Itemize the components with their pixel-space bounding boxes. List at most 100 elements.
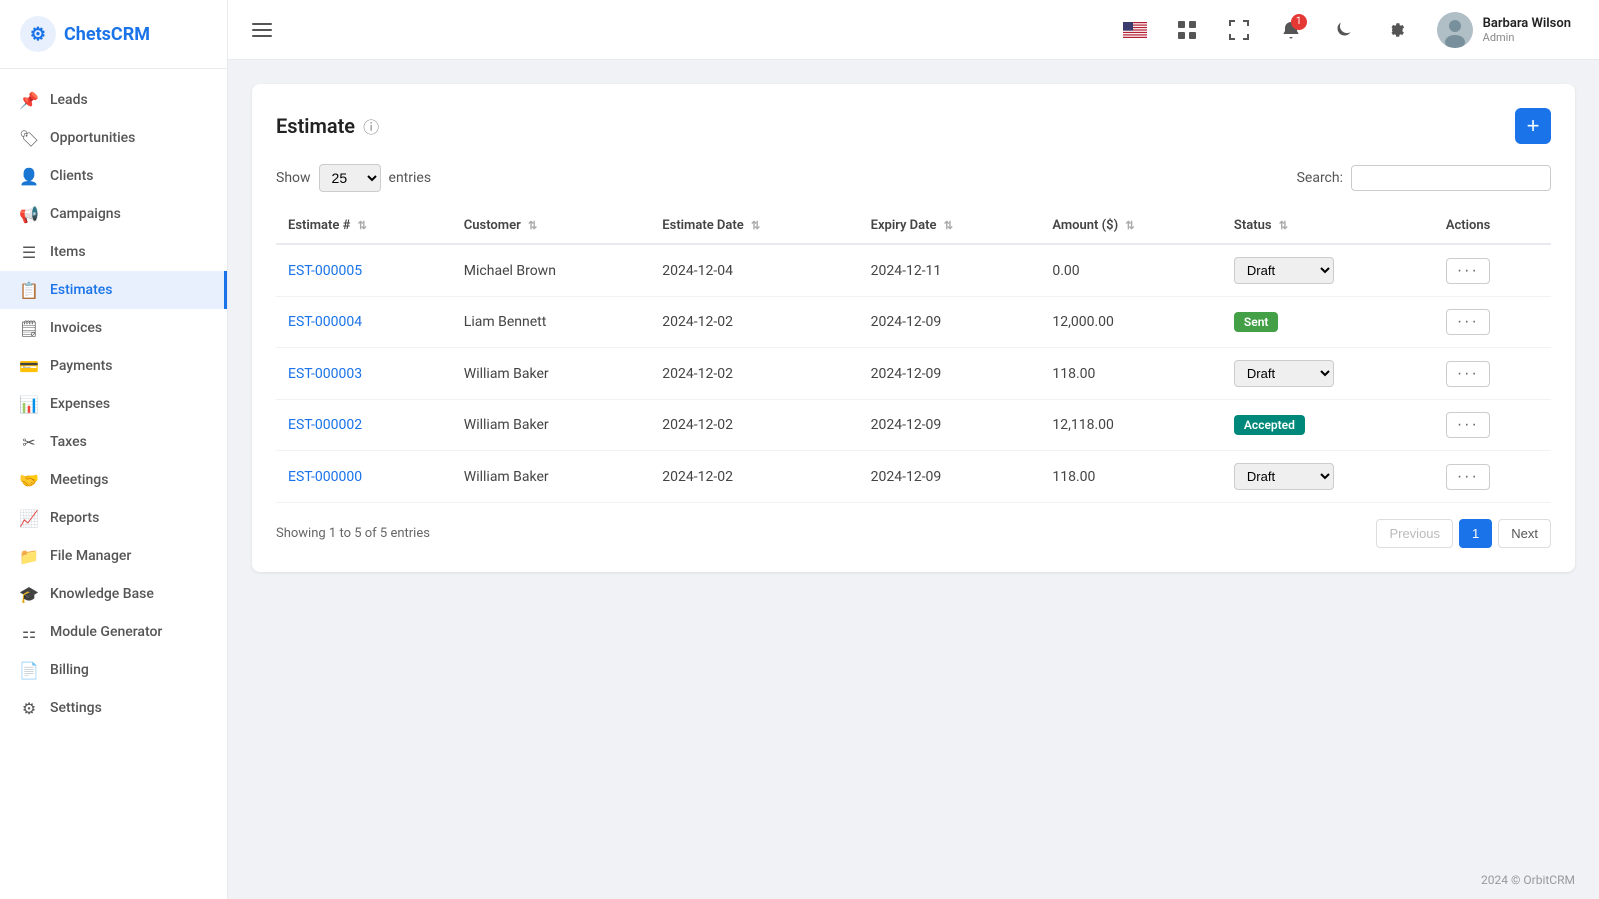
table-header: Estimate # ⇅Customer ⇅Estimate Date ⇅Exp… [276,208,1551,244]
sidebar-label-opportunities: Opportunities [50,130,135,146]
sidebar-item-settings[interactable]: ⚙ Settings [0,689,227,727]
fullscreen-button[interactable] [1221,12,1257,48]
col-header-amount[interactable]: Amount ($) ⇅ [1040,208,1222,244]
settings-button[interactable] [1377,12,1413,48]
language-selector[interactable] [1117,12,1153,48]
user-info: Barbara Wilson Admin [1483,16,1571,44]
notifications-button[interactable]: 1 [1273,12,1309,48]
col-header-expiry_date[interactable]: Expiry Date ⇅ [859,208,1041,244]
search-input[interactable] [1351,165,1551,191]
reports-icon: 📈 [20,509,38,527]
flag-us-icon [1123,22,1147,38]
col-header-estimate_num[interactable]: Estimate # ⇅ [276,208,452,244]
sidebar-item-campaigns[interactable]: 📢 Campaigns [0,195,227,233]
estimate-num-1: EST-000004 [276,297,452,348]
sidebar-item-items[interactable]: ☰ Items [0,233,227,271]
table-row: EST-000005Michael Brown2024-12-042024-12… [276,244,1551,297]
sidebar-item-opportunities[interactable]: 🏷 Opportunities [0,119,227,157]
estimate-date-1: 2024-12-02 [650,297,858,348]
sidebar-item-clients[interactable]: 👤 Clients [0,157,227,195]
col-header-actions[interactable]: Actions [1434,208,1551,244]
expiry-date-4: 2024-12-09 [859,451,1041,503]
sidebar-item-taxes[interactable]: ✂ Taxes [0,423,227,461]
apps-button[interactable] [1169,12,1205,48]
table-row: EST-000003William Baker2024-12-022024-12… [276,348,1551,400]
customer-2: William Baker [452,348,651,400]
action-button-2[interactable]: ··· [1446,361,1490,387]
estimate-link-2[interactable]: EST-000003 [288,366,362,382]
sidebar-label-estimates: Estimates [50,282,112,298]
menu-toggle-button[interactable] [248,19,276,41]
sidebar-label-leads: Leads [50,92,88,108]
estimate-link-3[interactable]: EST-000002 [288,417,362,433]
status-select-0[interactable]: DraftSentAcceptedDeclined [1234,257,1334,284]
user-role: Admin [1483,31,1571,44]
col-header-status[interactable]: Status ⇅ [1222,208,1434,244]
add-estimate-button[interactable]: + [1515,108,1551,144]
invoices-icon: 🗒 [20,319,38,337]
actions-2: ··· [1434,348,1551,400]
sidebar-nav: 📌 Leads 🏷 Opportunities 👤 Clients 📢 Camp… [0,69,227,899]
sidebar-item-reports[interactable]: 📈 Reports [0,499,227,537]
estimate-date-0: 2024-12-04 [650,244,858,297]
notification-count: 1 [1291,14,1307,30]
expenses-icon: 📊 [20,395,38,413]
sidebar: ⚙ ChetsCRM 📌 Leads 🏷 Opportunities 👤 Cli… [0,0,228,899]
sidebar-item-meetings[interactable]: 🤝 Meetings [0,461,227,499]
sidebar-item-invoices[interactable]: 🗒 Invoices [0,309,227,347]
dark-mode-button[interactable] [1325,12,1361,48]
sidebar-item-module-generator[interactable]: ⚏ Module Generator [0,613,227,651]
status-select-2[interactable]: DraftSentAcceptedDeclined [1234,360,1334,387]
sidebar-item-leads[interactable]: 📌 Leads [0,81,227,119]
sidebar-item-knowledge-base[interactable]: 🎓 Knowledge Base [0,575,227,613]
customer-1: Liam Bennett [452,297,651,348]
table-controls: Show 25 10 50 100 entries Search: [276,164,1551,192]
estimates-table: Estimate # ⇅Customer ⇅Estimate Date ⇅Exp… [276,208,1551,503]
estimates-icon: 📋 [20,281,38,299]
page-1-button[interactable]: 1 [1459,519,1492,548]
amount-2: 118.00 [1040,348,1222,400]
estimate-link-4[interactable]: EST-000000 [288,469,362,485]
grid-icon [1177,20,1197,40]
action-button-4[interactable]: ··· [1446,464,1490,490]
sidebar-label-expenses: Expenses [50,396,110,412]
status-3: Accepted [1222,400,1434,451]
expiry-date-2: 2024-12-09 [859,348,1041,400]
logo[interactable]: ⚙ ChetsCRM [0,0,227,69]
actions-4: ··· [1434,451,1551,503]
entries-per-page-select[interactable]: 25 10 50 100 [319,164,381,192]
amount-3: 12,118.00 [1040,400,1222,451]
sidebar-item-file-manager[interactable]: 📁 File Manager [0,537,227,575]
action-button-1[interactable]: ··· [1446,309,1490,335]
actions-3: ··· [1434,400,1551,451]
page-header: Estimate ⓘ + [276,108,1551,144]
amount-1: 12,000.00 [1040,297,1222,348]
estimate-date-4: 2024-12-02 [650,451,858,503]
sidebar-item-estimates[interactable]: 📋 Estimates [0,271,227,309]
estimate-link-0[interactable]: EST-000005 [288,263,362,279]
sort-icon-amount: ⇅ [1125,219,1134,232]
sidebar-item-payments[interactable]: 💳 Payments [0,347,227,385]
previous-page-button[interactable]: Previous [1376,519,1453,548]
estimates-card: Estimate ⓘ + Show 25 10 50 100 entries [252,84,1575,572]
next-page-button[interactable]: Next [1498,519,1551,548]
col-header-estimate_date[interactable]: Estimate Date ⇅ [650,208,858,244]
col-header-customer[interactable]: Customer ⇅ [452,208,651,244]
action-button-0[interactable]: ··· [1446,258,1490,284]
customer-4: William Baker [452,451,651,503]
customer-0: Michael Brown [452,244,651,297]
items-icon: ☰ [20,243,38,261]
info-icon[interactable]: ⓘ [363,114,379,138]
user-name: Barbara Wilson [1483,16,1571,31]
sidebar-item-expenses[interactable]: 📊 Expenses [0,385,227,423]
search-label: Search: [1297,170,1343,186]
user-profile[interactable]: Barbara Wilson Admin [1429,8,1579,52]
sort-icon-estimate_num: ⇅ [358,219,367,232]
sidebar-item-billing[interactable]: 📄 Billing [0,651,227,689]
estimate-link-1[interactable]: EST-000004 [288,314,362,330]
action-button-3[interactable]: ··· [1446,412,1490,438]
billing-icon: 📄 [20,661,38,679]
status-select-4[interactable]: DraftSentAcceptedDeclined [1234,463,1334,490]
logo-text: ChetsCRM [64,24,150,45]
amount-0: 0.00 [1040,244,1222,297]
